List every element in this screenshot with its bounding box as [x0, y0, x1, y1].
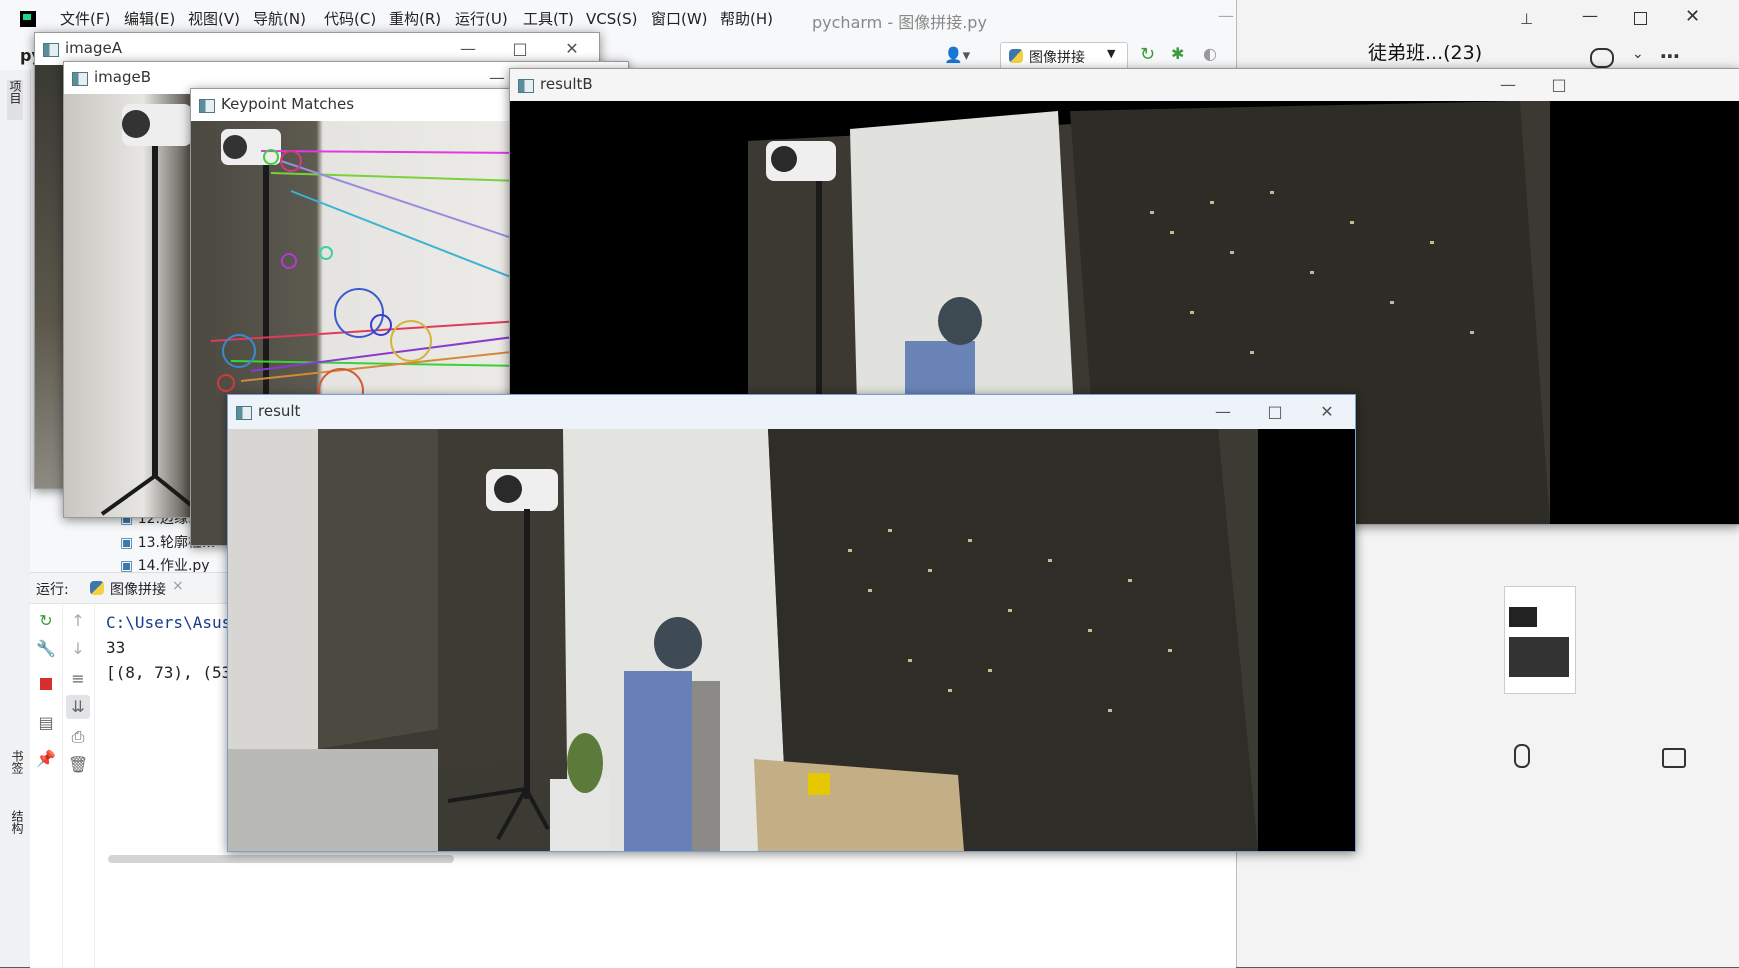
chevron-down-icon[interactable]: ⌄ — [1632, 46, 1644, 62]
keypoint-matches-title: Keypoint Matches — [221, 95, 355, 113]
run-config-select[interactable]: 图像拼接 ▼ — [1000, 42, 1128, 70]
more-icon[interactable]: ⋯ — [1660, 44, 1680, 68]
minimize-icon[interactable]: — — [1485, 69, 1531, 101]
result-title: result — [258, 402, 301, 420]
menu-help[interactable]: 帮助(H) — [720, 0, 773, 38]
video-call-icon[interactable] — [1662, 748, 1686, 768]
horizontal-scrollbar[interactable] — [108, 855, 454, 863]
window-app-icon — [43, 43, 59, 57]
python-icon — [1009, 49, 1023, 63]
coverage-icon[interactable]: ◐ — [1203, 44, 1225, 66]
run-actions-1: ↻ 🔧 ▤ 📌 — [30, 603, 63, 968]
console-line-path: C:\Users\Asus\ — [106, 613, 241, 632]
arrow-down-icon[interactable]: ↓ — [68, 639, 88, 659]
soft-wrap-icon[interactable]: ≡ — [68, 669, 88, 689]
microphone-icon[interactable] — [1514, 744, 1530, 768]
chat-title: 徒弟班...(23) — [1368, 42, 1483, 64]
window-app-icon — [72, 72, 88, 86]
window-app-icon — [518, 79, 534, 93]
chat-thumbnail[interactable] — [1504, 586, 1576, 694]
console-line-matches: [(8, 73), (53 — [106, 663, 232, 682]
maximize-icon[interactable]: □ — [1536, 69, 1582, 101]
run-label: 运行: — [36, 582, 69, 598]
minimize-icon[interactable]: — — [1582, 6, 1598, 25]
console-line-count: 33 — [106, 638, 126, 657]
minimize-icon[interactable]: — — [1200, 395, 1246, 427]
project-tab[interactable]: 项目 — [7, 80, 23, 120]
close-icon[interactable]: ✕ — [1304, 395, 1350, 427]
python-icon — [90, 581, 104, 595]
maximize-icon[interactable] — [1634, 12, 1647, 25]
arrow-up-icon[interactable]: ↑ — [68, 611, 88, 631]
result-titlebar: result — □ ✕ — [228, 395, 1355, 429]
stop-icon[interactable] — [36, 675, 56, 695]
resultb-titlebar: resultB — □ — [510, 69, 1739, 101]
debug-icon[interactable]: ✱ — [1171, 44, 1193, 66]
run-config-label: 图像拼接 — [1029, 50, 1085, 66]
menu-window[interactable]: 窗口(W) — [651, 0, 708, 38]
imagea-title: imageA — [65, 39, 122, 57]
layout-icon[interactable]: ▤ — [36, 713, 56, 733]
chat-bubble-icon[interactable] — [1590, 48, 1614, 68]
wrench-icon[interactable]: 🔧 — [36, 639, 56, 659]
python-file-icon: ▣ — [120, 535, 134, 551]
maximize-icon[interactable]: □ — [1252, 395, 1298, 427]
left-tool-strip: 项目 书签 结构 — [0, 70, 31, 967]
scroll-to-end-icon[interactable]: ⇊ — [66, 695, 90, 719]
chevron-down-icon: ▼ — [1107, 47, 1116, 60]
print-icon[interactable]: ⎙ — [68, 727, 88, 747]
result-window: result — □ ✕ — [227, 394, 1356, 852]
rerun-icon[interactable]: ↻ — [36, 611, 56, 631]
resultb-title: resultB — [540, 75, 593, 93]
close-tab-icon[interactable]: × — [172, 578, 184, 594]
trash-icon[interactable]: 🗑 — [68, 755, 88, 775]
keypoint-matches-titlebar: Keypoint Matches — [191, 89, 521, 121]
ide-title: pycharm - 图像拼接.py — [812, 13, 987, 32]
result-image — [228, 429, 1355, 851]
run-actions-2: ↑ ↓ ≡ ⇊ ⎙ 🗑 — [62, 603, 95, 968]
pin-icon[interactable]: 📌 — [36, 749, 56, 769]
window-app-icon — [199, 99, 215, 113]
window-app-icon — [236, 406, 252, 420]
user-icon[interactable]: 👤▾ — [944, 46, 970, 64]
pycharm-logo-icon — [20, 11, 36, 27]
imageb-title: imageB — [94, 68, 152, 86]
close-icon[interactable]: ✕ — [1685, 6, 1700, 27]
rerun-icon[interactable]: ↻ — [1140, 44, 1162, 66]
ide-minimize-icon[interactable]: — — [1218, 6, 1234, 25]
pin-icon[interactable]: ⊥ — [1520, 10, 1533, 28]
run-tab[interactable]: 图像拼接 — [110, 579, 166, 599]
